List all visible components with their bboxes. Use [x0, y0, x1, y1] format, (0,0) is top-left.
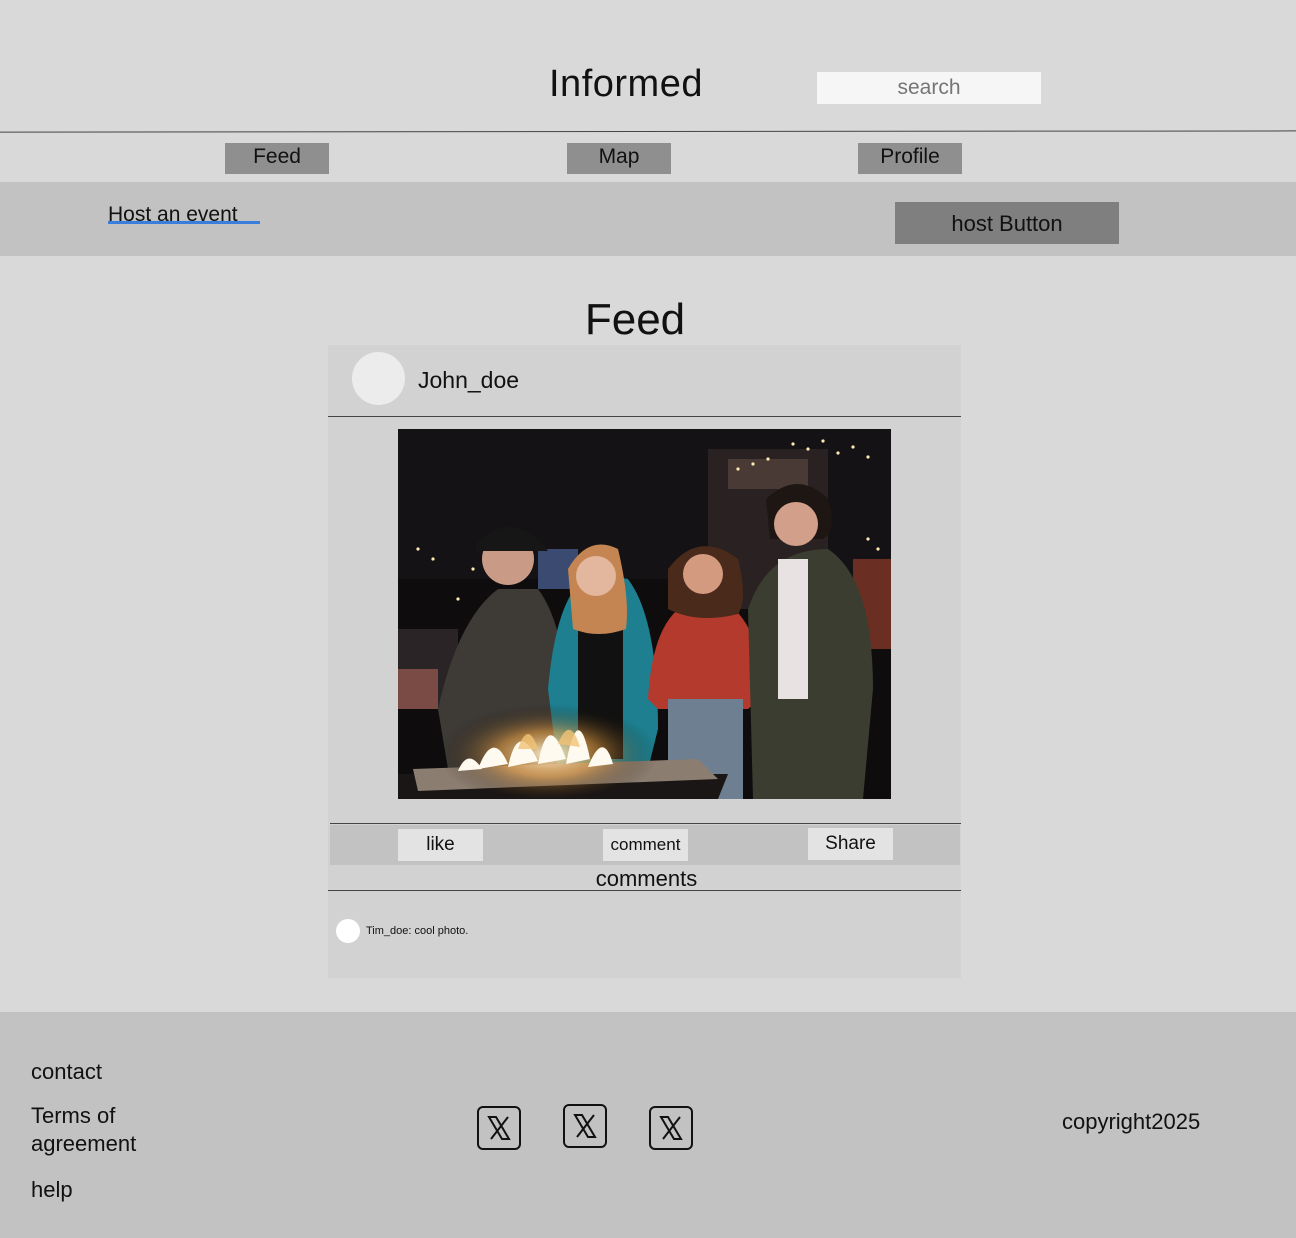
x-icon[interactable]	[649, 1106, 693, 1150]
host-event-link[interactable]: Host an event	[108, 201, 238, 229]
footer-terms-link[interactable]: Terms of agreement	[31, 1102, 171, 1158]
host-link-underline	[108, 221, 260, 224]
actions-divider	[330, 823, 961, 824]
post-username[interactable]: John_doe	[418, 365, 519, 395]
nav-feed-button[interactable]: Feed	[225, 143, 329, 174]
footer-help-link[interactable]: help	[31, 1176, 73, 1204]
host-button[interactable]: host Button	[895, 202, 1119, 244]
footer-contact-link[interactable]: contact	[31, 1058, 102, 1086]
share-button[interactable]: Share	[808, 828, 893, 860]
like-button[interactable]: like	[398, 829, 483, 861]
x-icon[interactable]	[477, 1106, 521, 1150]
feed-heading: Feed	[584, 295, 686, 344]
comment-button[interactable]: comment	[603, 829, 688, 861]
comments-divider	[328, 890, 961, 891]
comments-title: comments	[595, 866, 698, 891]
copyright-text: copyright2025	[1062, 1109, 1201, 1134]
header-divider	[0, 130, 1296, 133]
post-photo	[398, 429, 891, 799]
search-input[interactable]	[817, 72, 1041, 104]
comment-avatar[interactable]	[336, 919, 360, 943]
avatar[interactable]	[352, 352, 405, 405]
nav-profile-button[interactable]: Profile	[858, 143, 962, 174]
post-header-divider	[328, 416, 961, 417]
x-icon[interactable]	[563, 1104, 607, 1148]
nav-map-button[interactable]: Map	[567, 143, 671, 174]
site-title: Informed	[549, 63, 703, 105]
comment-text: Tim_doe: cool photo.	[366, 925, 469, 937]
